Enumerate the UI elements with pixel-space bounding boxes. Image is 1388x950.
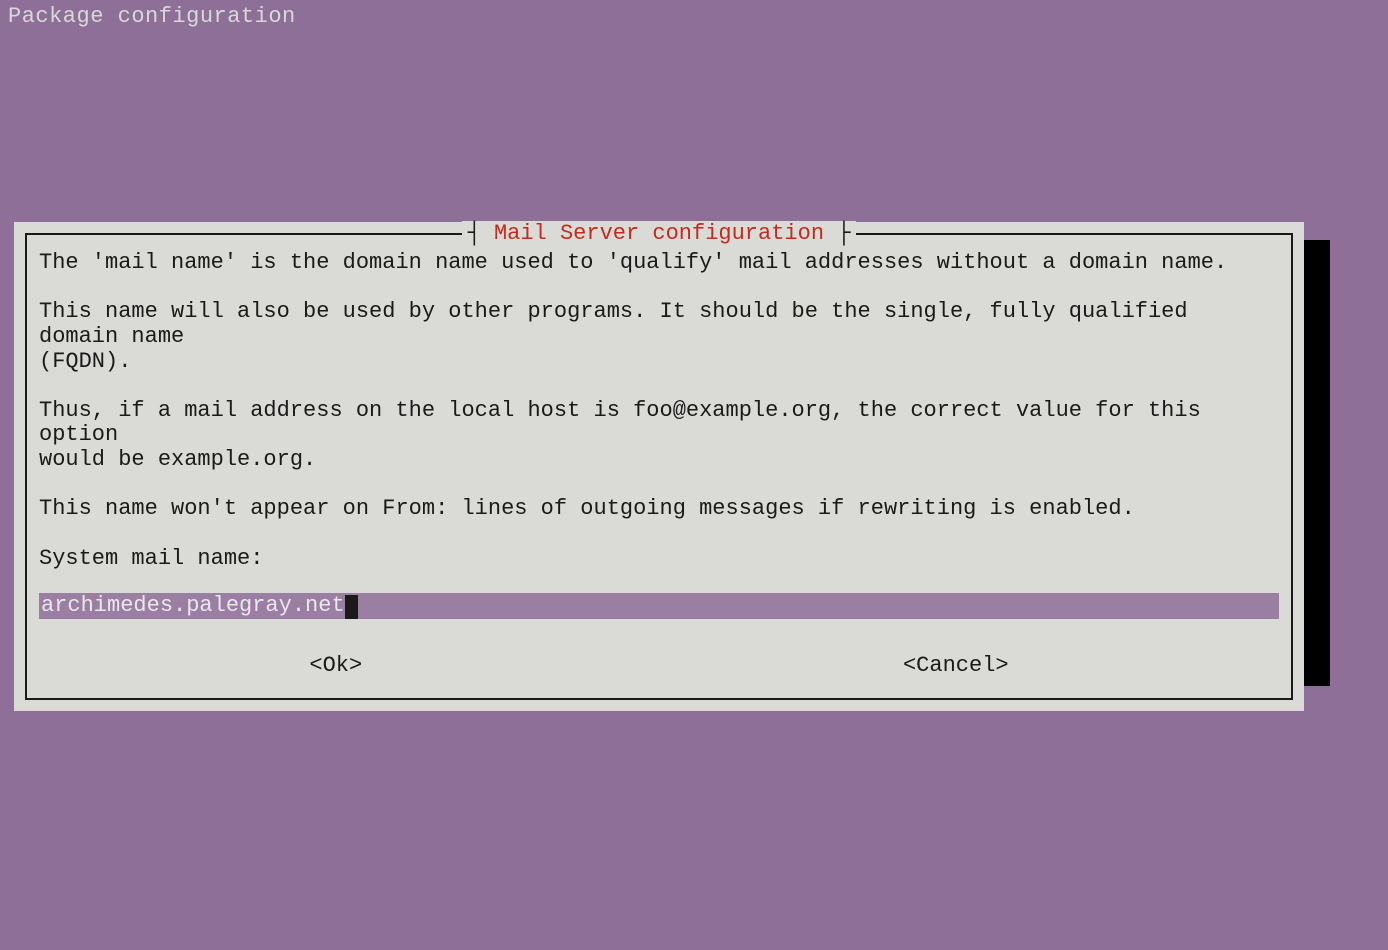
ok-button[interactable]: <Ok> [299, 653, 372, 678]
cancel-button[interactable]: <Cancel> [893, 653, 1019, 678]
mail-name-input[interactable]: archimedes.palegray.net [39, 593, 1279, 619]
screen-title: Package configuration [0, 0, 1388, 33]
dialog-title: Mail Server configuration [462, 221, 857, 246]
dialog: Mail Server configuration The 'mail name… [14, 222, 1304, 711]
dialog-title-wrap: Mail Server configuration [27, 221, 1291, 246]
mail-name-value: archimedes.palegray.net [39, 593, 345, 619]
dialog-inner: Mail Server configuration The 'mail name… [25, 233, 1293, 700]
dialog-body-text: The 'mail name' is the domain name used … [39, 251, 1279, 571]
button-row: <Ok> <Cancel> [39, 653, 1279, 678]
text-cursor [345, 595, 358, 619]
